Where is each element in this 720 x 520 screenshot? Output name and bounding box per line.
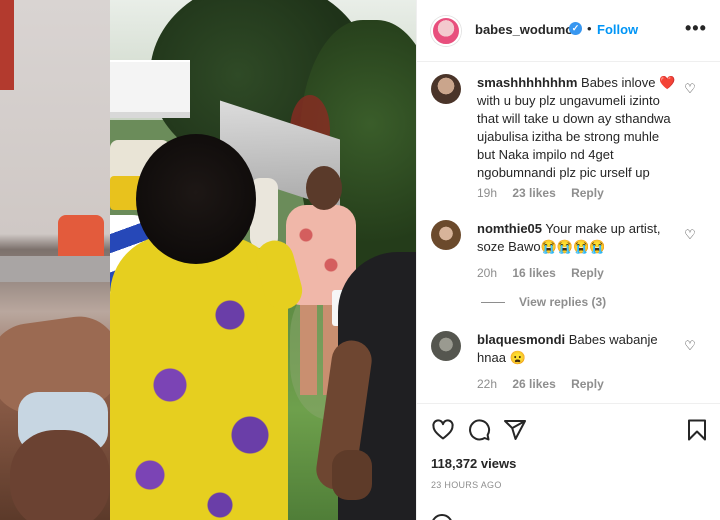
commenter-avatar[interactable] [431, 74, 461, 104]
commenter-username[interactable]: blaquesmondi [477, 332, 565, 347]
view-count[interactable]: 118,372 views [431, 456, 516, 471]
header-separator: • [587, 21, 592, 36]
view-replies-label: View replies (3) [519, 295, 607, 309]
bookmark-icon[interactable] [685, 418, 709, 442]
comment-body: nomthie05 Your make up artist, soze Bawo… [477, 220, 677, 256]
video-hair [136, 134, 256, 264]
like-comment-heart-icon[interactable]: ♡ [683, 339, 697, 353]
commenter-username[interactable]: smashhhhhhhm [477, 75, 577, 90]
reply-button[interactable]: Reply [571, 266, 604, 280]
commenter-username[interactable]: nomthie05 [477, 221, 542, 236]
video-woman-head [306, 166, 342, 210]
share-icon[interactable] [503, 418, 527, 442]
comment-time: 22h [477, 377, 498, 391]
heart-icon[interactable] [431, 418, 455, 442]
comment-body: smashhhhhhhm Babes inlove ❤️ with u buy … [477, 74, 677, 182]
comment-time: 20h [477, 266, 498, 280]
view-replies-button[interactable]: View replies (3) [481, 295, 606, 309]
like-comment-heart-icon[interactable]: ♡ [683, 228, 697, 242]
comment-body: blaquesmondi Babes wabanje hnaa 😦 [477, 331, 677, 367]
comment-time: 19h [477, 186, 498, 200]
reply-button[interactable]: Reply [571, 377, 604, 391]
background-photo [0, 0, 110, 520]
comment-likes[interactable]: 26 likes [512, 377, 555, 391]
add-comment-emoji-icon[interactable] [431, 514, 453, 520]
post-video[interactable] [110, 0, 416, 520]
background-hand [10, 430, 110, 520]
comment-meta: 22h 26 likes Reply [477, 377, 616, 391]
background-bottle [58, 215, 104, 260]
comment-likes[interactable]: 16 likes [512, 266, 555, 280]
comment-meta: 20h 16 likes Reply [477, 266, 616, 280]
comment-text: Babes inlove ❤️ with u buy plz ungavumel… [477, 75, 676, 180]
more-options-button[interactable]: ••• [685, 18, 707, 39]
author-username[interactable]: babes_wodumo [475, 22, 573, 37]
comment-icon[interactable] [467, 418, 491, 442]
post-actions: 118,372 views 23 HOURS AGO [417, 403, 720, 520]
post-header: babes_wodumo ✓ • Follow ••• [417, 0, 720, 62]
follow-button[interactable]: Follow [597, 22, 638, 37]
background-red-object [0, 0, 14, 90]
video-house [110, 62, 190, 118]
commenter-avatar[interactable] [431, 331, 461, 361]
comment-meta: 19h 23 likes Reply [477, 186, 616, 200]
post-timestamp: 23 HOURS AGO [431, 480, 502, 490]
replies-divider [481, 302, 505, 304]
post-side-panel: babes_wodumo ✓ • Follow ••• smashhhhhhhm… [416, 0, 720, 520]
commenter-avatar[interactable] [431, 220, 461, 250]
reply-button[interactable]: Reply [571, 186, 604, 200]
author-avatar[interactable] [431, 16, 461, 46]
video-man-hand [332, 450, 372, 500]
verified-badge-icon: ✓ [569, 22, 582, 35]
like-comment-heart-icon[interactable]: ♡ [683, 82, 697, 96]
background-band [0, 256, 110, 282]
comment-likes[interactable]: 23 likes [512, 186, 555, 200]
